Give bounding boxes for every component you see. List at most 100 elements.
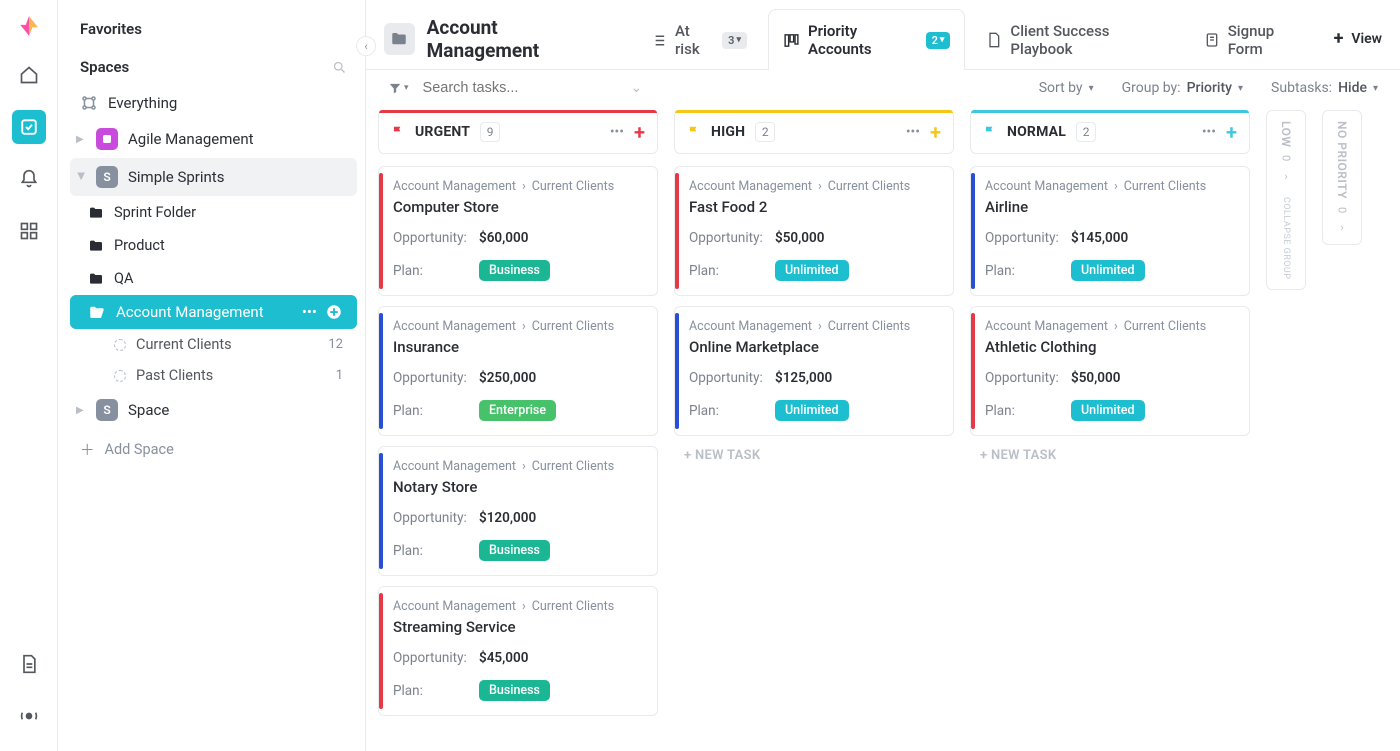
lane-header[interactable]: URGENT 9 ••• + — [378, 110, 658, 154]
lane-header[interactable]: HIGH 2 ••• + — [674, 110, 954, 154]
tab-label: Signup Form — [1228, 22, 1309, 58]
plan-label: Plan: — [393, 683, 479, 699]
apps-icon[interactable] — [12, 214, 46, 248]
list-count: 12 — [328, 337, 343, 352]
more-icon[interactable]: ••• — [610, 124, 624, 140]
more-icon[interactable]: ••• — [1202, 124, 1216, 140]
card-title: Online Marketplace — [689, 338, 939, 356]
space-icon: S — [96, 166, 118, 188]
folder-label: Account Management — [116, 303, 264, 321]
search-input[interactable] — [423, 80, 563, 96]
task-card[interactable]: Account Management›Current Clients Airli… — [970, 166, 1250, 296]
record-icon[interactable] — [12, 699, 46, 733]
new-task-button[interactable]: + NEW TASK — [970, 436, 1250, 475]
group-by-control[interactable]: Group by: Priority▾ — [1122, 80, 1243, 96]
subtasks-control[interactable]: Subtasks: Hide▾ — [1271, 80, 1378, 96]
lane-count: 2 — [755, 122, 775, 142]
tab-priority-accounts[interactable]: Priority Accounts 2▾ — [768, 9, 965, 70]
task-card[interactable]: Account Management›Current Clients Athle… — [970, 306, 1250, 436]
collapsed-lane-no-priority[interactable]: NO PRIORITY 0 › — [1322, 110, 1362, 245]
plan-label: Plan: — [985, 403, 1071, 419]
card-title: Notary Store — [393, 478, 643, 496]
card-breadcrumb: Account Management›Current Clients — [689, 179, 939, 194]
folder-account-management[interactable]: Account Management ••• — [70, 295, 357, 329]
opportunity-value: $60,000 — [479, 230, 528, 246]
add-task-icon[interactable]: + — [930, 122, 941, 142]
plan-label: Plan: — [689, 263, 775, 279]
add-task-icon[interactable]: + — [1226, 122, 1237, 142]
card-breadcrumb: Account Management›Current Clients — [393, 599, 643, 614]
space-simple-sprints[interactable]: ▶ S Simple Sprints — [70, 158, 357, 196]
folder-icon — [88, 271, 104, 287]
tab-signup-form[interactable]: Signup Form — [1189, 9, 1324, 70]
add-space-button[interactable]: ＋ Add Space — [70, 429, 357, 470]
icon-rail — [0, 0, 58, 751]
collapsed-count: 0 — [1336, 207, 1349, 213]
task-card[interactable]: Account Management›Current Clients Notar… — [378, 446, 658, 576]
new-task-button[interactable]: + NEW TASK — [674, 436, 954, 475]
card-title: Airline — [985, 198, 1235, 216]
opportunity-label: Opportunity: — [393, 370, 479, 386]
lane-color-bar — [379, 110, 657, 113]
lane-header[interactable]: NORMAL 2 ••• + — [970, 110, 1250, 154]
card-title: Streaming Service — [393, 618, 643, 636]
docs-icon[interactable] — [12, 647, 46, 681]
card-title: Fast Food 2 — [689, 198, 939, 216]
opportunity-label: Opportunity: — [689, 230, 775, 246]
task-card[interactable]: Account Management›Current Clients Strea… — [378, 586, 658, 716]
folder-icon — [88, 205, 104, 221]
chevron-down-icon[interactable]: ⌄ — [631, 80, 643, 96]
task-card[interactable]: Account Management›Current Clients Fast … — [674, 166, 954, 296]
priority-edge — [379, 173, 383, 289]
task-card[interactable]: Account Management›Current Clients Onlin… — [674, 306, 954, 436]
add-task-icon[interactable]: + — [634, 122, 645, 142]
plan-tag: Unlimited — [775, 260, 849, 281]
task-card[interactable]: Account Management›Current Clients Compu… — [378, 166, 658, 296]
opportunity-label: Opportunity: — [393, 230, 479, 246]
app-logo[interactable] — [15, 12, 43, 40]
space-generic[interactable]: ▶ S Space — [70, 391, 357, 429]
tab-label: Client Success Playbook — [1010, 22, 1167, 58]
add-view-button[interactable]: + View — [1330, 18, 1386, 59]
collapse-sidebar-icon[interactable]: ‹ — [356, 36, 376, 56]
sort-by-control[interactable]: Sort by▾ — [1039, 80, 1094, 96]
collapsed-lane-low[interactable]: LOW 0 › COLLAPSE GROUP — [1266, 110, 1306, 290]
tab-client-playbook[interactable]: Client Success Playbook — [971, 9, 1182, 70]
folder-product[interactable]: Product — [70, 229, 357, 262]
filter-bar: ▾ ⌄ Sort by▾ Group by: Priority▾ Subtask… — [366, 70, 1400, 106]
folder-qa[interactable]: QA — [70, 262, 357, 295]
search-icon[interactable] — [332, 60, 347, 75]
space-agile[interactable]: ▶ Agile Management — [70, 120, 357, 158]
home-icon[interactable] — [12, 58, 46, 92]
plan-tag: Business — [479, 540, 550, 561]
list-current-clients[interactable]: Current Clients 12 — [70, 329, 357, 360]
opportunity-label: Opportunity: — [393, 510, 479, 526]
everything-label: Everything — [108, 94, 177, 112]
folder-label: QA — [114, 270, 133, 287]
everything-item[interactable]: Everything — [70, 86, 357, 120]
filter-icon[interactable]: ▾ — [388, 81, 409, 95]
list-past-clients[interactable]: Past Clients 1 — [70, 360, 357, 391]
opportunity-value: $45,000 — [479, 650, 528, 666]
notifications-icon[interactable] — [12, 162, 46, 196]
add-icon[interactable] — [325, 303, 343, 321]
more-icon[interactable]: ••• — [906, 124, 920, 140]
spaces-heading[interactable]: Spaces — [70, 48, 357, 86]
tasks-icon[interactable] — [12, 110, 46, 144]
task-card[interactable]: Account Management›Current Clients Insur… — [378, 306, 658, 436]
priority-edge — [379, 313, 383, 429]
flag-icon — [687, 125, 701, 139]
lane-title: HIGH — [711, 124, 745, 140]
folder-sprint[interactable]: Sprint Folder — [70, 196, 357, 229]
board: URGENT 9 ••• + Account Management›Curren… — [366, 106, 1400, 751]
plan-tag: Unlimited — [1071, 260, 1145, 281]
board-icon — [783, 32, 800, 49]
card-breadcrumb: Account Management›Current Clients — [393, 179, 643, 194]
card-breadcrumb: Account Management›Current Clients — [393, 459, 643, 474]
tab-at-risk[interactable]: At risk 3▾ — [635, 9, 762, 70]
priority-edge — [675, 313, 679, 429]
collapsed-title: NO PRIORITY — [1335, 121, 1349, 199]
favorites-heading[interactable]: Favorites — [70, 10, 357, 48]
lane-count: 2 — [1076, 122, 1096, 142]
more-icon[interactable]: ••• — [302, 303, 317, 321]
